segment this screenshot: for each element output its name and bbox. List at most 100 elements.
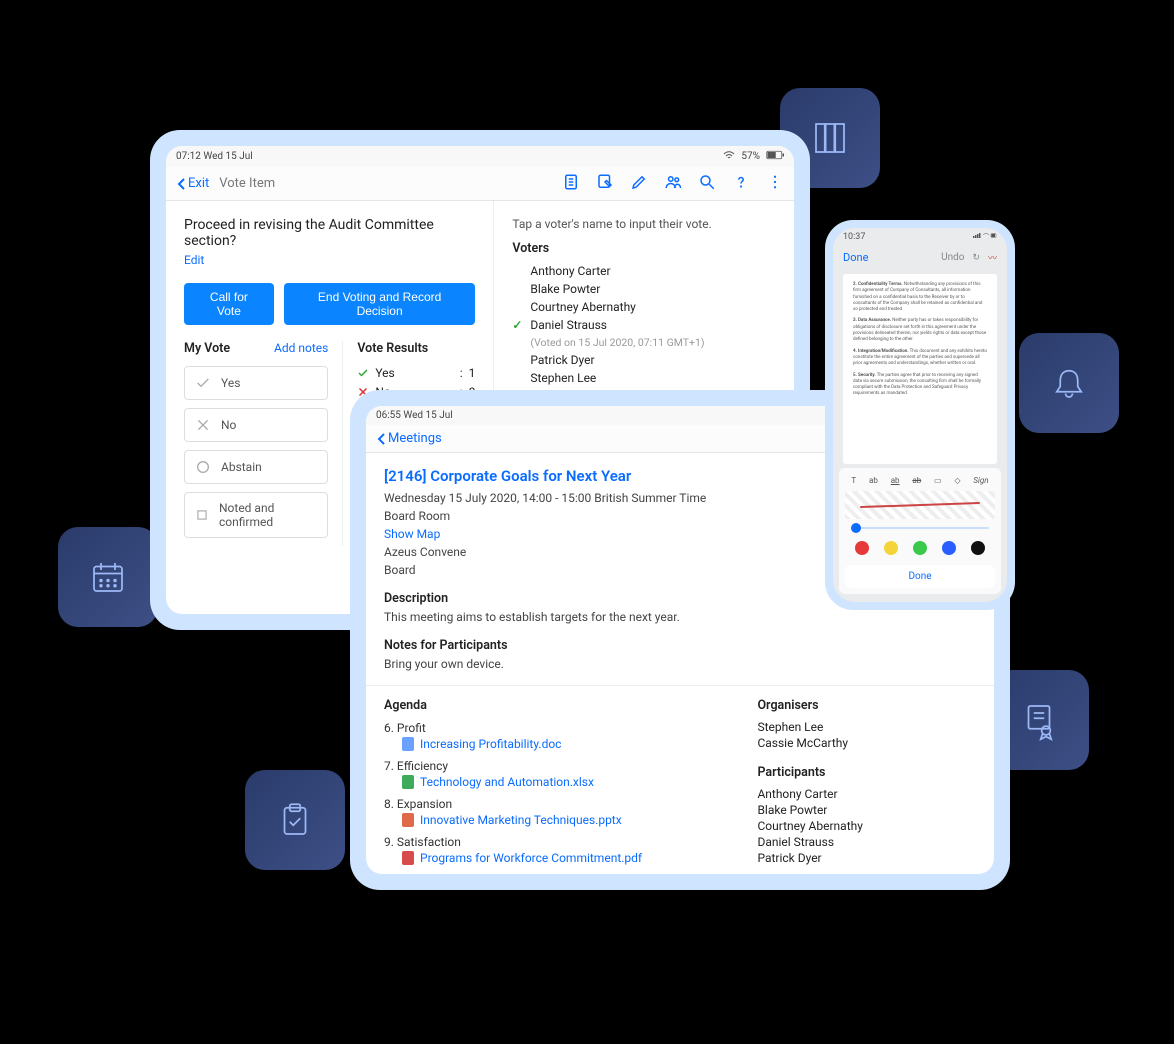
- status-time: 07:12 Wed 15 Jul: [176, 151, 253, 162]
- doc-paragraph: 3. Data Assurance. Neither party has or …: [853, 318, 987, 343]
- participant-name: Courtney Abernathy: [757, 818, 976, 834]
- voter-name: Stephen Lee: [530, 371, 596, 385]
- vote-question: Proceed in revising the Audit Committee …: [184, 217, 475, 249]
- call-for-vote-button[interactable]: Call for Vote: [184, 283, 274, 325]
- tool-ab3[interactable]: ab: [912, 476, 921, 485]
- participant-name: Patrick Dyer: [757, 850, 976, 866]
- agenda-label: 6. Profit: [384, 719, 727, 737]
- agenda-file-name: Innovative Marketing Techniques.pptx: [420, 813, 622, 827]
- vote-option-label: No: [221, 418, 236, 432]
- tool-text-icon[interactable]: T: [851, 476, 856, 485]
- battery-icon: [766, 150, 784, 163]
- voter-row[interactable]: Patrick Dyer: [512, 351, 776, 369]
- phone-status-bar: 10:37: [833, 228, 1007, 247]
- notes-text: Bring your own device.: [384, 655, 976, 673]
- agenda-file-link[interactable]: Increasing Profitability.doc: [384, 737, 727, 751]
- edit-link[interactable]: Edit: [184, 253, 475, 267]
- participant-name: Daniel Strauss: [757, 834, 976, 850]
- organiser-name: Cassie McCarthy: [757, 735, 976, 751]
- tool-sign[interactable]: Sign: [973, 476, 988, 485]
- voter-row[interactable]: ✓Daniel Strauss: [512, 316, 776, 334]
- vote-option-label: Yes: [221, 376, 240, 390]
- result-row-yes: Yes : 1: [357, 366, 475, 380]
- check-icon: [357, 367, 369, 379]
- pencil-icon[interactable]: [630, 173, 648, 194]
- color-swatch[interactable]: [855, 541, 869, 555]
- tool-ab2[interactable]: ab: [891, 476, 900, 485]
- add-notes-link[interactable]: Add notes: [274, 341, 328, 355]
- voter-name: Blake Powter: [530, 282, 600, 296]
- more-icon[interactable]: [766, 173, 784, 194]
- voter-row[interactable]: Blake Powter: [512, 280, 776, 298]
- phone-undo-button[interactable]: Undo: [941, 252, 964, 263]
- stroke-width-slider[interactable]: [851, 527, 989, 529]
- voter-row[interactable]: Anthony Carter: [512, 262, 776, 280]
- voted-tick-icon: ✓: [512, 318, 524, 332]
- voter-name: Courtney Abernathy: [530, 300, 636, 314]
- square-icon: [195, 507, 209, 523]
- vote-option-noted[interactable]: Noted and confirmed: [184, 492, 328, 538]
- back-button[interactable]: Exit: [176, 176, 209, 191]
- voter-row[interactable]: Courtney Abernathy: [512, 298, 776, 316]
- chevron-left-icon: [176, 177, 186, 191]
- agenda-label: 9. Satisfaction: [384, 833, 727, 851]
- annotation-done-button[interactable]: Done: [845, 565, 995, 588]
- agenda-label: 8. Expansion: [384, 795, 727, 813]
- agenda-label: 7. Efficiency: [384, 757, 727, 775]
- radio-icon: [195, 459, 211, 475]
- note-edit-icon[interactable]: [596, 173, 614, 194]
- document-icon[interactable]: [562, 173, 580, 194]
- scribble-area[interactable]: [845, 491, 995, 519]
- phone-document[interactable]: 2. Confidentiality Terms. Notwithstandin…: [843, 274, 997, 464]
- binders-icon: [809, 117, 851, 159]
- agenda-heading: Agenda: [384, 698, 727, 713]
- x-outline-icon: [195, 417, 211, 433]
- vote-option-yes[interactable]: Yes: [184, 366, 328, 400]
- notes-heading: Notes for Participants: [384, 638, 976, 653]
- phone-bezel: 10:37 Done Undo ↻ 〰 2. Confidentiality T…: [825, 220, 1015, 610]
- tool-note-icon[interactable]: ▭: [934, 476, 942, 485]
- vote-option-no[interactable]: No: [184, 408, 328, 442]
- agenda-item: 9. Satisfaction Programs for Workforce C…: [384, 833, 727, 865]
- tile-bell: [1019, 333, 1119, 433]
- voter-subtext: (Voted on 15 Jul 2020, 07:11 GMT+1): [530, 336, 704, 349]
- agenda-file-link[interactable]: Programs for Workforce Commitment.pdf: [384, 851, 727, 865]
- result-count: 1: [469, 366, 476, 380]
- phone-screen: 10:37 Done Undo ↻ 〰 2. Confidentiality T…: [833, 228, 1007, 602]
- participants-heading: Participants: [757, 765, 976, 780]
- agenda-file-name: Technology and Automation.xlsx: [420, 775, 594, 789]
- vote-results-heading: Vote Results: [357, 341, 428, 356]
- agenda-file-name: Programs for Workforce Commitment.pdf: [420, 851, 642, 865]
- nav-bar: Exit Vote Item: [166, 167, 794, 201]
- doc-paragraph: 4. Integration/Modification. This docume…: [853, 349, 987, 368]
- redo-icon[interactable]: ↻: [972, 253, 980, 263]
- status-time: 06:55 Wed 15 Jul: [376, 410, 453, 421]
- voters-hint: Tap a voter's name to input their vote.: [512, 217, 776, 231]
- file-type-icon: [402, 737, 414, 751]
- color-swatch[interactable]: [913, 541, 927, 555]
- file-type-icon: [402, 775, 414, 789]
- tool-tag-icon[interactable]: ◇: [954, 476, 960, 485]
- phone-status-icons: [973, 232, 997, 243]
- color-swatch[interactable]: [884, 541, 898, 555]
- color-swatch[interactable]: [942, 541, 956, 555]
- doc-paragraph: 5. Security. The parties agree that prio…: [853, 373, 987, 398]
- voters-heading: Voters: [512, 241, 776, 256]
- vote-option-label: Abstain: [221, 460, 262, 474]
- agenda-file-link[interactable]: Technology and Automation.xlsx: [384, 775, 727, 789]
- certificate-icon: [1018, 699, 1060, 741]
- help-icon[interactable]: [732, 173, 750, 194]
- end-voting-button[interactable]: End Voting and Record Decision: [284, 283, 476, 325]
- tool-ab1[interactable]: ab: [869, 476, 878, 485]
- calendar-icon: [87, 556, 129, 598]
- people-icon[interactable]: [664, 173, 682, 194]
- phone-done-button[interactable]: Done: [843, 251, 868, 264]
- search-icon[interactable]: [698, 173, 716, 194]
- agenda-file-link[interactable]: Innovative Marketing Techniques.pptx: [384, 813, 727, 827]
- vote-option-abstain[interactable]: Abstain: [184, 450, 328, 484]
- color-swatch[interactable]: [971, 541, 985, 555]
- agenda-item: 7. Efficiency Technology and Automation.…: [384, 757, 727, 789]
- back-button[interactable]: Meetings: [376, 431, 442, 446]
- squiggle-icon[interactable]: 〰: [988, 251, 997, 264]
- voter-row[interactable]: Stephen Lee: [512, 369, 776, 387]
